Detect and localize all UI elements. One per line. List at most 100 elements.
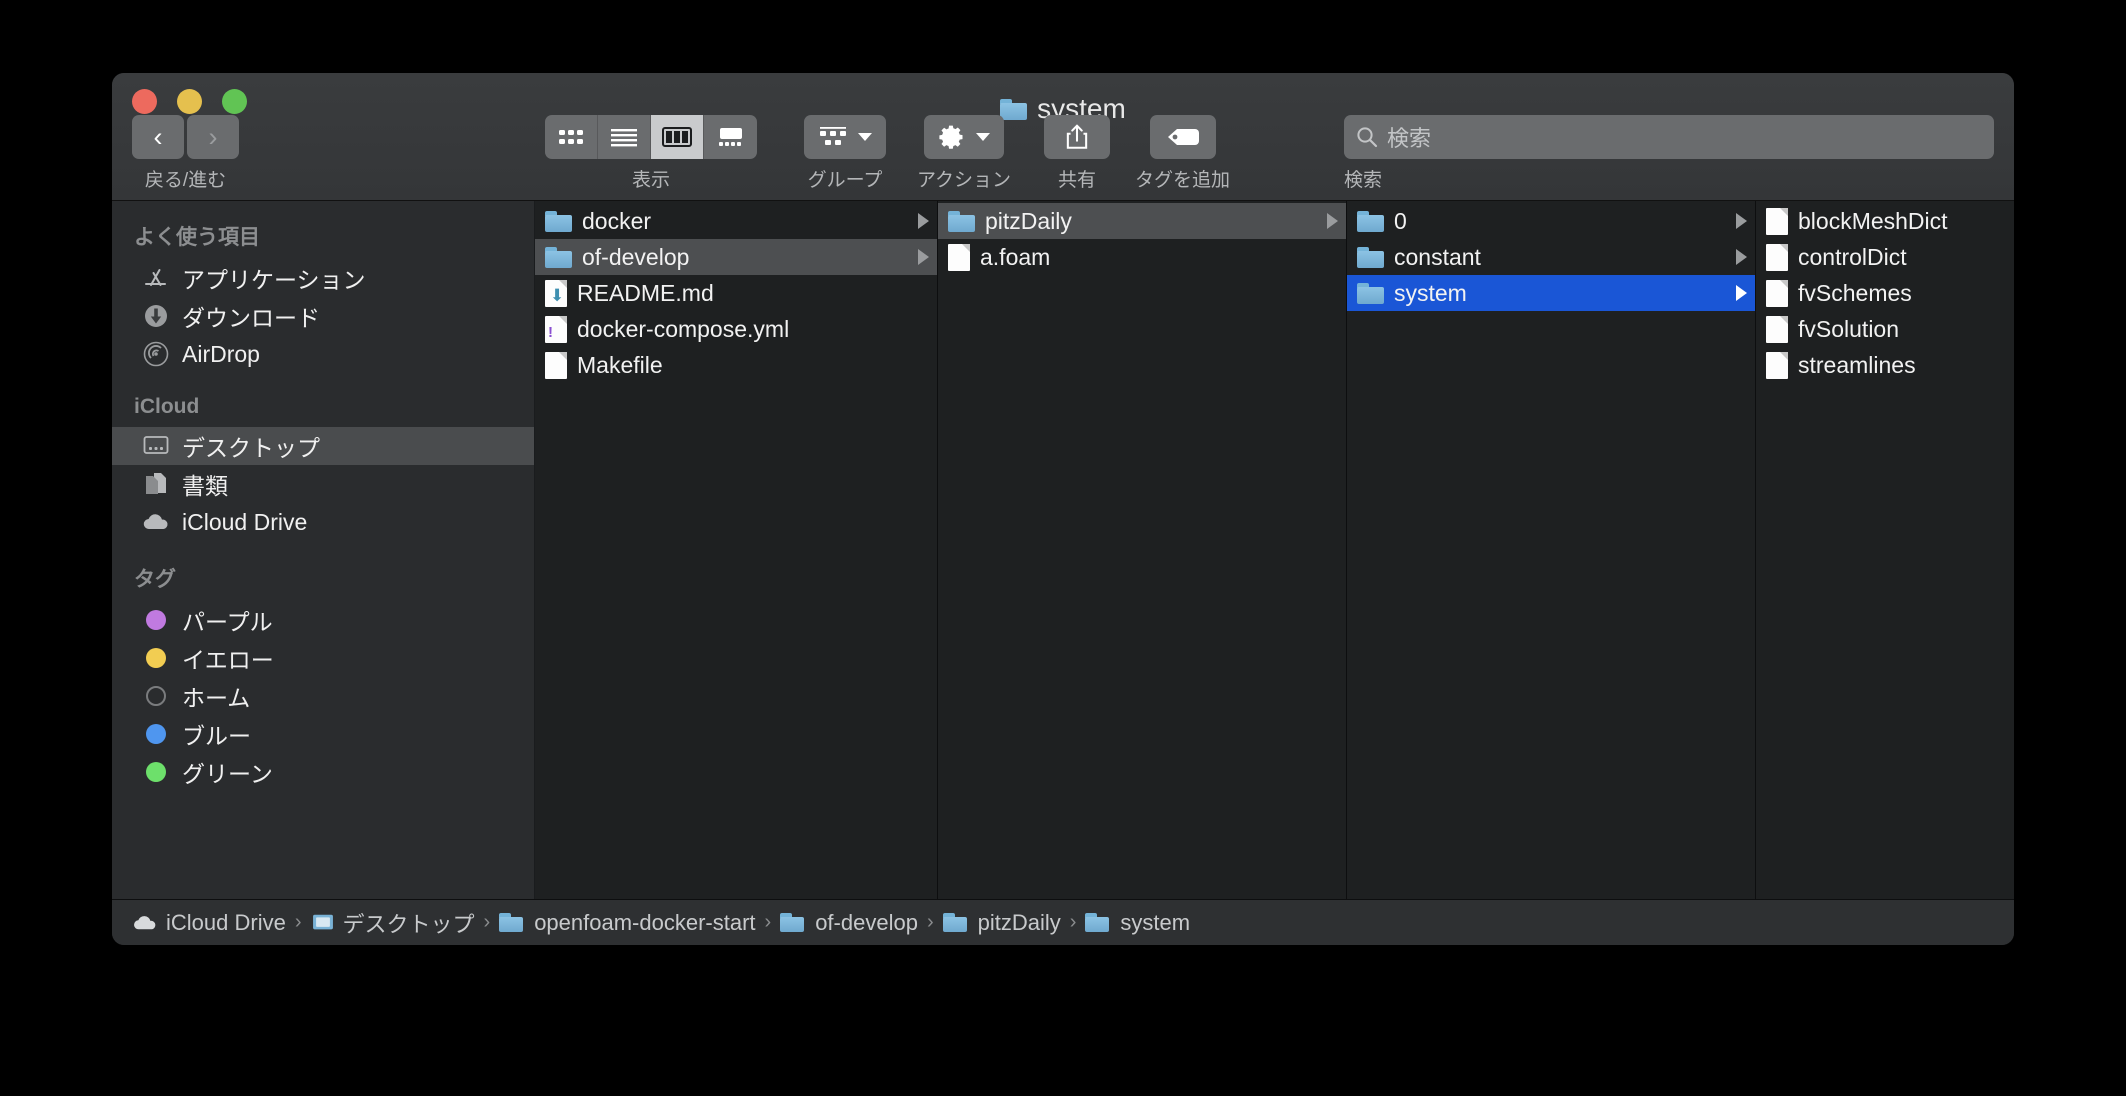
disclosure-arrow-icon [1736,213,1747,229]
window-body: よく使う項目 アプリケーション ダウンロード AirDrop iCloud デス… [112,201,2014,899]
sidebar-item-tag-green[interactable]: グリーン [112,753,534,791]
column-view-button[interactable] [651,115,704,159]
sidebar-item-airdrop[interactable]: AirDrop [112,335,534,373]
sidebar-item-label: 書類 [182,473,228,499]
forward-button[interactable]: › [187,115,239,159]
breadcrumb-item-openfoam-docker-start[interactable]: openfoam-docker-start [499,910,756,936]
action-group: アクション [917,115,1011,192]
list-item[interactable]: Makefile [535,347,937,383]
breadcrumb-item-of-develop[interactable]: of-develop [780,910,918,936]
file-icon [1766,279,1788,307]
list-item[interactable]: constant [1347,239,1755,275]
item-label: blockMeshDict [1798,207,1948,234]
item-label: 0 [1394,207,1407,234]
list-item[interactable]: fvSolution [1756,311,2014,347]
disclosure-arrow-icon [918,213,929,229]
list-item[interactable]: ⬇ README.md [535,275,937,311]
sidebar-item-tag-purple[interactable]: パープル [112,601,534,639]
sidebar-item-documents[interactable]: 書類 [112,465,534,503]
action-button[interactable] [924,115,1005,159]
sidebar-item-label: AirDrop [182,340,260,367]
chevron-right-icon: › [208,121,218,152]
folder-icon [499,913,526,932]
sidebar-section-header: よく使う項目 [134,226,260,249]
add-tag-button[interactable] [1149,115,1216,159]
sidebar-item-applications[interactable]: アプリケーション [112,259,534,297]
breadcrumb-separator: › [483,911,491,933]
item-label: docker [582,207,652,234]
browser-column-4: blockMeshDict controlDict fvSchemes fvSo… [1756,201,2014,899]
view-mode-group: 表示 [545,115,757,192]
list-item[interactable]: a.foam [938,239,1346,275]
breadcrumb-item-pitzdaily[interactable]: pitzDaily [942,909,1061,936]
item-label: controlDict [1798,243,1907,270]
list-item[interactable]: system [1347,275,1755,311]
icon-view-button[interactable] [545,115,598,159]
sidebar-item-label: ホーム [182,685,251,711]
list-icon [611,129,637,147]
list-item[interactable]: ! docker-compose.yml [535,311,937,347]
sidebar-item-downloads[interactable]: ダウンロード [112,297,534,335]
group-by-button[interactable] [804,115,886,159]
search-input[interactable]: 検索 [1387,121,1431,153]
breadcrumb-item-system[interactable]: system [1085,910,1190,936]
sidebar-item-tag-home[interactable]: ホーム [112,677,534,715]
sidebar-item-tag-yellow[interactable]: イエロー [112,639,534,677]
desktop-icon [142,432,170,460]
add-tag-label: タグを追加 [1135,170,1231,191]
list-item[interactable]: fvSchemes [1756,275,2014,311]
list-item[interactable]: pitzDaily [938,203,1346,239]
breadcrumb-item-desktop[interactable]: デスクトップ [311,907,475,939]
group-icon [820,127,846,145]
folder-icon [948,210,975,232]
item-label: README.md [577,279,714,306]
folder-icon [545,246,572,268]
breadcrumb-separator: › [1069,911,1077,933]
tag-dot-icon [142,758,170,786]
share-button[interactable] [1044,115,1110,159]
back-button[interactable]: ‹ [132,115,184,159]
item-label: docker-compose.yml [577,315,790,342]
list-item[interactable]: 0 [1347,203,1755,239]
downloads-icon [142,302,170,330]
browser-column-1: docker of-develop ⬇ README.md ! docker-c… [535,201,938,899]
sidebar: よく使う項目 アプリケーション ダウンロード AirDrop iCloud デス… [112,201,535,899]
icloud-icon [142,508,170,536]
gallery-view-button[interactable] [704,115,757,159]
item-label: of-develop [582,243,690,270]
breadcrumb-separator: › [926,911,934,933]
gear-icon [939,125,963,149]
breadcrumb-label: of-develop [815,909,918,935]
list-item[interactable]: docker [535,203,937,239]
disclosure-arrow-icon [1327,213,1338,229]
breadcrumb-label: pitzDaily [977,909,1061,935]
sidebar-item-icloud-drive[interactable]: iCloud Drive [112,503,534,541]
applications-icon [142,264,170,292]
list-item[interactable]: streamlines [1756,347,2014,383]
icloud-icon [134,915,156,929]
list-item[interactable]: of-develop [535,239,937,275]
tag-icon [1167,129,1199,145]
sidebar-item-desktop[interactable]: デスクトップ [112,427,534,465]
finder-window: system ‹ › 戻る/進む 表示 グループ アクション 共有 タグを追加 … [112,73,2014,945]
view-label: 表示 [631,170,670,191]
item-label: pitzDaily [985,207,1072,234]
search-field[interactable]: 検索 [1344,115,1994,159]
breadcrumb: iCloud Drive › デスクトップ › openfoam-docker-… [112,899,2014,945]
folder-icon [1357,282,1384,304]
search-label: 検索 [1344,170,1383,191]
sidebar-item-label: デスクトップ [182,435,320,461]
list-item[interactable]: blockMeshDict [1756,203,2014,239]
sidebar-item-label: iCloud Drive [182,508,308,535]
breadcrumb-item-icloud-drive[interactable]: iCloud Drive [132,910,286,936]
sidebar-item-tag-blue[interactable]: ブルー [112,715,534,753]
list-view-button[interactable] [598,115,651,159]
breadcrumb-label: system [1120,909,1191,935]
list-item[interactable]: controlDict [1756,239,2014,275]
chevron-down-icon [976,133,991,141]
disclosure-arrow-icon [1736,249,1747,265]
item-label: streamlines [1798,351,1916,378]
chevron-down-icon [858,133,872,141]
tag-dot-icon [142,720,170,748]
file-icon [1766,243,1788,271]
